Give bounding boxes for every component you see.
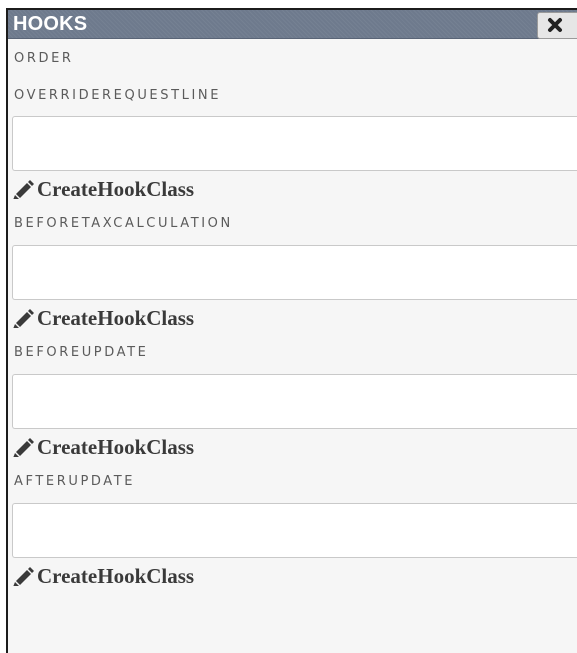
create-hook-class-label: CreateHookClass [37,306,195,330]
create-hook-class-link-beforeupdate[interactable]: CreateHookClass [12,435,194,459]
beforeupdate-input[interactable] [12,374,577,429]
hook-label-beforeupdate: BEFOREUPDATE [14,345,149,360]
create-hook-class-link-afterupdate[interactable]: CreateHookClass [12,564,194,588]
pencil-icon [13,567,34,586]
create-hook-class-link-overriderequestline[interactable]: CreateHookClass [12,177,194,201]
create-hook-class-label: CreateHookClass [37,177,195,201]
pencil-icon [13,309,34,328]
close-icon [548,18,562,32]
section-label-order: ORDER [14,51,74,66]
panel-titlebar: HOOKS [8,10,577,39]
create-hook-class-label: CreateHookClass [37,435,195,459]
panel-title: HOOKS [13,13,88,35]
hook-label-beforetaxcalculation: BEFORETAXCALCULATION [14,216,233,231]
create-hook-class-label: CreateHookClass [37,564,195,588]
overriderequestline-input[interactable] [12,116,577,171]
hooks-panel: HOOKS ORDER OVERRIDEREQUESTLINE CreateHo… [6,8,577,653]
hook-label-afterupdate: AFTERUPDATE [14,474,136,489]
close-button[interactable] [537,12,577,39]
pencil-icon [13,180,34,199]
create-hook-class-link-beforetaxcalculation[interactable]: CreateHookClass [12,306,194,330]
hook-label-overriderequestline: OVERRIDEREQUESTLINE [14,88,222,103]
afterupdate-input[interactable] [12,503,577,558]
beforetaxcalculation-input[interactable] [12,245,577,300]
pencil-icon [13,438,34,457]
